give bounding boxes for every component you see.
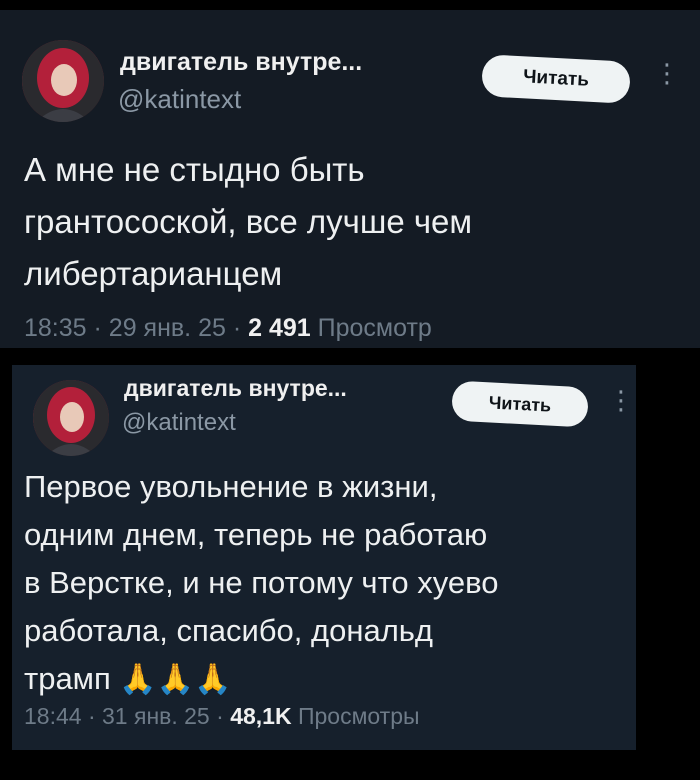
meta-separator: · bbox=[93, 314, 109, 342]
author-handle[interactable]: @katintext bbox=[122, 409, 236, 437]
more-vertical-icon[interactable]: ⋮ bbox=[654, 60, 680, 86]
prayer-emoji-icon: 🙏🙏🙏 bbox=[119, 663, 232, 696]
tweet-text: Первое увольнение в жизни, одним днем, т… bbox=[24, 463, 624, 704]
tweet-date[interactable]: 29 янв. 25 bbox=[109, 314, 226, 342]
avatar[interactable] bbox=[22, 40, 104, 122]
follow-button[interactable]: Читать bbox=[481, 54, 631, 104]
views-count: 2 491 bbox=[248, 314, 311, 342]
meta-separator: · bbox=[216, 703, 231, 729]
avatar[interactable] bbox=[33, 380, 109, 456]
meta-separator: · bbox=[87, 703, 103, 729]
views-label: Просмотр bbox=[317, 314, 432, 342]
tweet-time[interactable]: 18:44 bbox=[24, 703, 82, 729]
avatar-photo bbox=[33, 380, 109, 456]
tweet-text-body: Первое увольнение в жизни, одним днем, т… bbox=[24, 469, 499, 696]
tweet-card: двигатель внутре... @katintext Читать ⋮ … bbox=[0, 10, 700, 348]
author-name[interactable]: двигатель внутре... bbox=[120, 48, 362, 77]
tweet-card: двигатель внутре... @katintext Читать ⋮ … bbox=[12, 365, 636, 750]
tweet-meta: 18:44 · 31 янв. 25 · 48,1K Просмотры bbox=[24, 703, 420, 730]
avatar-photo bbox=[22, 40, 104, 122]
author-handle[interactable]: @katintext bbox=[118, 84, 241, 115]
tweet-date[interactable]: 31 янв. 25 bbox=[102, 703, 210, 729]
follow-button[interactable]: Читать bbox=[451, 380, 589, 428]
tweet-meta: 18:35 · 29 янв. 25 · 2 491 Просмотр bbox=[24, 314, 432, 343]
views-count: 48,1K bbox=[230, 703, 292, 729]
author-name[interactable]: двигатель внутре... bbox=[124, 375, 347, 402]
meta-separator: · bbox=[232, 314, 249, 342]
more-vertical-icon[interactable]: ⋮ bbox=[608, 387, 634, 413]
tweet-time[interactable]: 18:35 bbox=[24, 314, 87, 342]
views-label: Просмотры bbox=[297, 703, 420, 729]
tweet-text: А мне не стыдно быть грантосоской, все л… bbox=[24, 151, 473, 292]
